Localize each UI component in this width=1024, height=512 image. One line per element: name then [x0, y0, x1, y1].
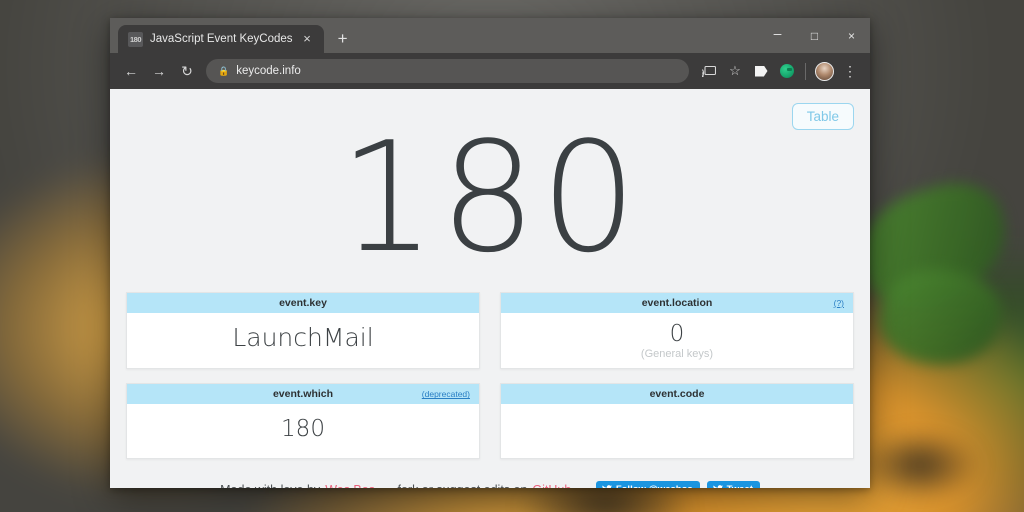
close-window-icon[interactable]: ×	[833, 18, 870, 53]
help-link[interactable]: (?)	[834, 298, 844, 308]
card-body: LaunchMail	[127, 313, 479, 363]
card-header: event.which (deprecated)	[127, 384, 479, 405]
cast-icon[interactable]	[697, 59, 721, 83]
new-tab-button[interactable]: +	[330, 26, 356, 52]
window-controls: – □ ×	[759, 18, 870, 53]
bookmark-star-icon[interactable]: ☆	[723, 59, 747, 83]
footer-made-with: Made with love by	[220, 483, 320, 488]
extension-flag-shape	[754, 65, 768, 77]
twitter-tweet-button[interactable]: Tweet	[706, 481, 760, 488]
address-bar-url: keycode.info	[236, 65, 301, 77]
card-row-top: event.key LaunchMail event.location (?) …	[126, 292, 854, 370]
page-content: Table 180 event.key LaunchMail event.loc…	[110, 89, 870, 488]
sunflower-center	[860, 430, 980, 500]
card-header-label: event.code	[649, 388, 705, 401]
event-cards: event.key LaunchMail event.location (?) …	[126, 292, 854, 473]
tab-title: JavaScript Event KeyCodes	[150, 33, 293, 45]
maximize-icon[interactable]: □	[796, 18, 833, 53]
green-extension-shape	[780, 64, 794, 78]
browser-toolbar: ← → ↻ 🔒 keycode.info ☆ ⋮	[110, 53, 870, 89]
card-body: 180	[127, 404, 479, 454]
close-icon[interactable]: ×	[300, 31, 315, 47]
reload-icon[interactable]: ↻	[174, 58, 200, 84]
deprecated-link[interactable]: (deprecated)	[422, 389, 470, 399]
avatar-image	[814, 61, 834, 81]
twitter-bird-icon	[713, 485, 723, 488]
author-link[interactable]: Wes Bos	[325, 483, 375, 488]
card-header: event.key	[127, 293, 479, 313]
forward-icon[interactable]: →	[146, 58, 172, 84]
browser-tab-active[interactable]: 180 JavaScript Event KeyCodes ×	[118, 25, 324, 53]
card-header-label: event.key	[279, 297, 327, 309]
footer-dash: —	[380, 483, 393, 488]
card-event-which: event.which (deprecated) 180	[126, 383, 480, 460]
card-header-label: event.which	[272, 388, 334, 401]
card-event-code: event.code	[500, 383, 854, 460]
footer-fork-text: fork or suggest edits on	[397, 483, 527, 488]
back-icon[interactable]: ←	[118, 58, 144, 84]
minimize-icon[interactable]: –	[759, 18, 796, 53]
browser-window: 180 JavaScript Event KeyCodes × + – □ × …	[110, 18, 870, 488]
cast-icon-svg	[702, 65, 716, 77]
keycode-favicon-icon: 180	[128, 31, 143, 47]
page-footer: Made with love by Wes Bos — fork or sugg…	[126, 473, 854, 488]
card-event-location: event.location (?) 0 (General keys)	[500, 292, 854, 370]
lock-icon: 🔒	[218, 65, 230, 76]
twitter-follow-label: Follow @wesbos	[616, 484, 693, 488]
card-body	[501, 404, 853, 458]
keycode-display: 180	[338, 109, 642, 286]
card-body: 0 (General keys)	[501, 313, 853, 368]
address-bar[interactable]: 🔒 keycode.info	[206, 59, 689, 83]
browser-titlebar: 180 JavaScript Event KeyCodes × + – □ ×	[110, 18, 870, 53]
avatar[interactable]	[812, 59, 836, 83]
card-value: 180	[281, 416, 325, 443]
green-extension-icon[interactable]	[775, 59, 799, 83]
twitter-bird-icon	[602, 485, 612, 488]
twitter-follow-button[interactable]: Follow @wesbos	[595, 481, 700, 488]
card-header-label: event.location	[641, 297, 713, 309]
browser-menu-icon[interactable]: ⋮	[838, 59, 862, 83]
footer-dash: —	[576, 483, 589, 488]
card-value: LaunchMail	[232, 322, 374, 352]
card-event-key: event.key LaunchMail	[126, 292, 480, 370]
tab-strip: 180 JavaScript Event KeyCodes × +	[110, 18, 356, 53]
extension-flag-icon[interactable]	[749, 59, 773, 83]
card-value: 0	[669, 321, 685, 347]
github-link[interactable]: GitHub	[532, 483, 571, 488]
card-header: event.location (?)	[501, 293, 853, 313]
twitter-tweet-label: Tweet	[727, 484, 753, 488]
card-subtitle: (General keys)	[640, 348, 714, 361]
toolbar-divider	[805, 62, 806, 80]
card-row-bottom: event.which (deprecated) 180 event.code	[126, 383, 854, 460]
card-header: event.code	[501, 384, 853, 405]
